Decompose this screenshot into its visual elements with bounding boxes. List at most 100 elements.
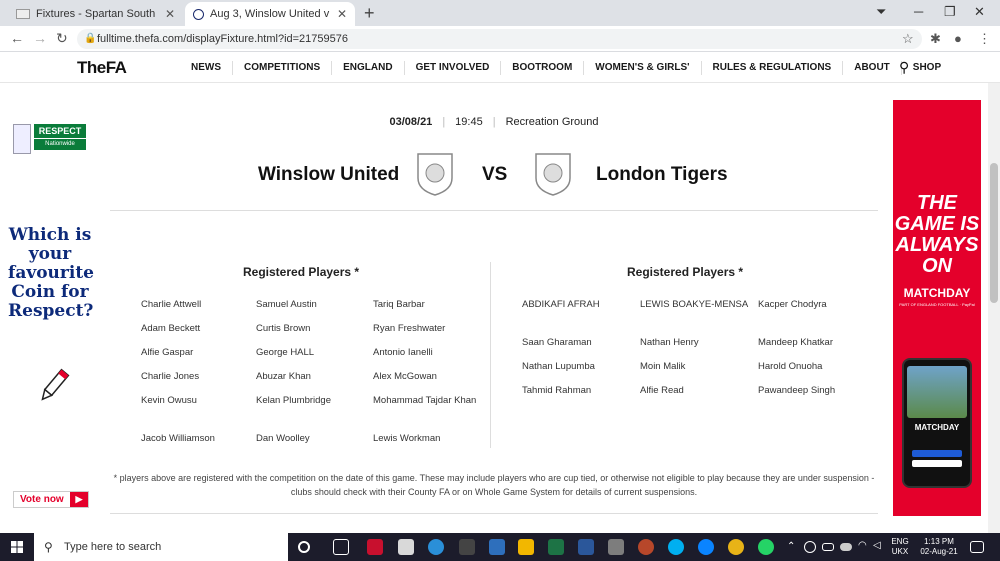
tab-close-icon[interactable]: ✕ xyxy=(337,7,347,21)
maximize-icon[interactable]: ❐ xyxy=(944,4,956,20)
player-name[interactable]: Kevin Owusu xyxy=(141,394,251,407)
nav-england[interactable]: ENGLAND xyxy=(331,61,403,75)
left-advert[interactable]: RESPECT Nationwide Which is your favouri… xyxy=(0,100,96,516)
player-name[interactable]: Kacper Chodyra xyxy=(758,298,868,311)
language-indicator[interactable]: ENG UKX xyxy=(889,537,911,557)
player-name[interactable]: Nathan Henry xyxy=(640,336,750,349)
page-scrollbar[interactable] xyxy=(988,83,1000,533)
nav-news[interactable]: NEWS xyxy=(180,61,232,75)
scrollbar-thumb[interactable] xyxy=(990,163,998,303)
cortana-icon[interactable] xyxy=(298,541,310,553)
player-name[interactable]: Tahmid Rahman xyxy=(522,384,632,397)
player-name[interactable]: LEWIS BOAKYE-MENSA xyxy=(640,298,750,311)
minimize-icon[interactable]: ─ xyxy=(914,4,923,19)
url-field[interactable]: 🔒 fulltime.thefa.com/displayFixture.html… xyxy=(77,29,922,49)
player-name[interactable]: Alfie Gaspar xyxy=(141,346,251,359)
player-name[interactable]: Alex McGowan xyxy=(373,370,483,383)
player-name[interactable]: Tariq Barbar xyxy=(373,298,483,311)
vote-now-button[interactable]: Vote now ▶ xyxy=(13,491,89,508)
extensions-icon[interactable]: ✱ xyxy=(930,31,941,47)
player-name[interactable]: George HALL xyxy=(256,346,366,359)
tab-fixture-detail[interactable]: Aug 3, Winslow United v London ✕ xyxy=(185,2,355,26)
app-icon[interactable] xyxy=(608,539,624,555)
bookmark-star-icon[interactable]: ☆ xyxy=(902,31,914,47)
matchday-brand: MATCHDAY PART OF ENGLAND FOOTBALL · PayP… xyxy=(893,286,981,307)
player-name[interactable]: Lewis Workman xyxy=(373,432,483,445)
player-name[interactable]: Ryan Freshwater xyxy=(373,322,483,335)
cloud-icon[interactable] xyxy=(840,543,852,551)
wifi-icon[interactable]: ◠ xyxy=(858,541,867,551)
player-name[interactable]: Mandeep Khatkar xyxy=(758,336,868,349)
player-name[interactable]: Mohammad Tajdar Khan xyxy=(373,394,483,407)
browser-tab-strip: Fixtures - Spartan South Midland ✕ Aug 3… xyxy=(0,0,1000,26)
battery-icon[interactable] xyxy=(822,543,834,551)
volume-icon[interactable]: ◁ xyxy=(873,541,881,551)
layout-code: UKX xyxy=(891,547,909,556)
player-name[interactable]: Pawandeep Singh xyxy=(758,384,868,397)
window-close-icon[interactable]: ✕ xyxy=(974,4,985,20)
player-name[interactable]: Samuel Austin xyxy=(256,298,366,311)
tab-fixtures[interactable]: Fixtures - Spartan South Midland ✕ xyxy=(8,2,183,26)
store-icon[interactable] xyxy=(398,539,414,555)
nav-competitions[interactable]: COMPETITIONS xyxy=(232,61,331,75)
player-name[interactable]: ABDIKAFI AFRAH xyxy=(522,298,632,311)
skype-icon[interactable] xyxy=(668,539,684,555)
new-tab-button[interactable]: + xyxy=(364,3,375,24)
player-name[interactable]: Moin Malik xyxy=(640,360,750,373)
whatsapp-icon[interactable] xyxy=(758,539,774,555)
phone-title: MATCHDAY xyxy=(914,423,960,432)
tray-chevron-icon[interactable]: ⌃ xyxy=(787,542,795,552)
tray-icon[interactable] xyxy=(804,541,816,553)
search-icon: ⚲ xyxy=(44,540,53,554)
nav-about[interactable]: ABOUT xyxy=(842,61,901,75)
player-name[interactable]: Harold Onuoha xyxy=(758,360,868,373)
app-icon[interactable] xyxy=(489,539,505,555)
acrobat-icon[interactable] xyxy=(367,539,383,555)
fa-logo[interactable]: TheFA xyxy=(77,58,127,78)
profile-avatar-icon[interactable]: ● xyxy=(954,31,962,46)
more-menu-icon[interactable]: ⋮ xyxy=(978,31,991,47)
player-name[interactable]: Curtis Brown xyxy=(256,322,366,335)
player-name[interactable]: Adam Beckett xyxy=(141,322,251,335)
chrome-icon[interactable] xyxy=(728,539,744,555)
nav-rules-regulations[interactable]: RULES & REGULATIONS xyxy=(700,61,843,75)
player-name[interactable]: Kelan Plumbridge xyxy=(256,394,366,407)
windows-start-icon[interactable] xyxy=(11,541,23,553)
reload-icon[interactable]: ↻ xyxy=(56,30,68,47)
player-name[interactable]: Alfie Read xyxy=(640,384,750,397)
nav-bootroom[interactable]: BOOTROOM xyxy=(500,61,583,75)
player-name[interactable]: Abuzar Khan xyxy=(256,370,366,383)
app-icon[interactable] xyxy=(638,539,654,555)
edge-icon[interactable] xyxy=(428,539,444,555)
task-view-icon[interactable] xyxy=(333,539,349,555)
section-divider xyxy=(110,210,878,211)
search-icon[interactable]: ⚲ xyxy=(899,59,909,76)
app-icon[interactable] xyxy=(698,539,714,555)
word-icon[interactable] xyxy=(578,539,594,555)
column-divider xyxy=(490,262,491,448)
nav-get-involved[interactable]: GET INVOLVED xyxy=(403,61,501,75)
forward-arrow-icon[interactable]: → xyxy=(33,30,47,46)
player-name[interactable]: Saan Gharaman xyxy=(522,336,632,349)
file-explorer-icon[interactable] xyxy=(518,539,534,555)
tab-close-icon[interactable]: ✕ xyxy=(165,7,175,21)
player-name[interactable]: Dan Woolley xyxy=(256,432,366,445)
player-name[interactable]: Antonio Ianelli xyxy=(373,346,483,359)
app-icon[interactable] xyxy=(459,539,475,555)
player-name[interactable]: Charlie Jones xyxy=(141,370,251,383)
notifications-icon[interactable] xyxy=(970,541,984,553)
excel-icon[interactable] xyxy=(548,539,564,555)
player-name[interactable]: Jacob Williamson xyxy=(141,432,251,445)
back-arrow-icon[interactable]: ← xyxy=(10,30,24,46)
right-advert[interactable]: THE GAME IS ALWAYS ON MATCHDAY PART OF E… xyxy=(893,100,981,516)
clock-date: 02-Aug-21 xyxy=(920,547,958,556)
profile-dropdown-icon[interactable]: ⏷ xyxy=(876,4,886,20)
player-name[interactable]: Charlie Attwell xyxy=(141,298,251,311)
clock[interactable]: 1:13 PM 02-Aug-21 xyxy=(914,537,964,557)
away-team-name[interactable]: London Tigers xyxy=(596,164,728,186)
pencil-icon xyxy=(41,368,70,401)
nav-womens-girls[interactable]: WOMEN'S & GIRLS' xyxy=(583,61,700,75)
home-team-name[interactable]: Winslow United xyxy=(258,164,399,186)
player-name[interactable]: Nathan Lupumba xyxy=(522,360,632,373)
taskbar-search-field[interactable]: ⚲ Type here to search xyxy=(34,533,288,561)
